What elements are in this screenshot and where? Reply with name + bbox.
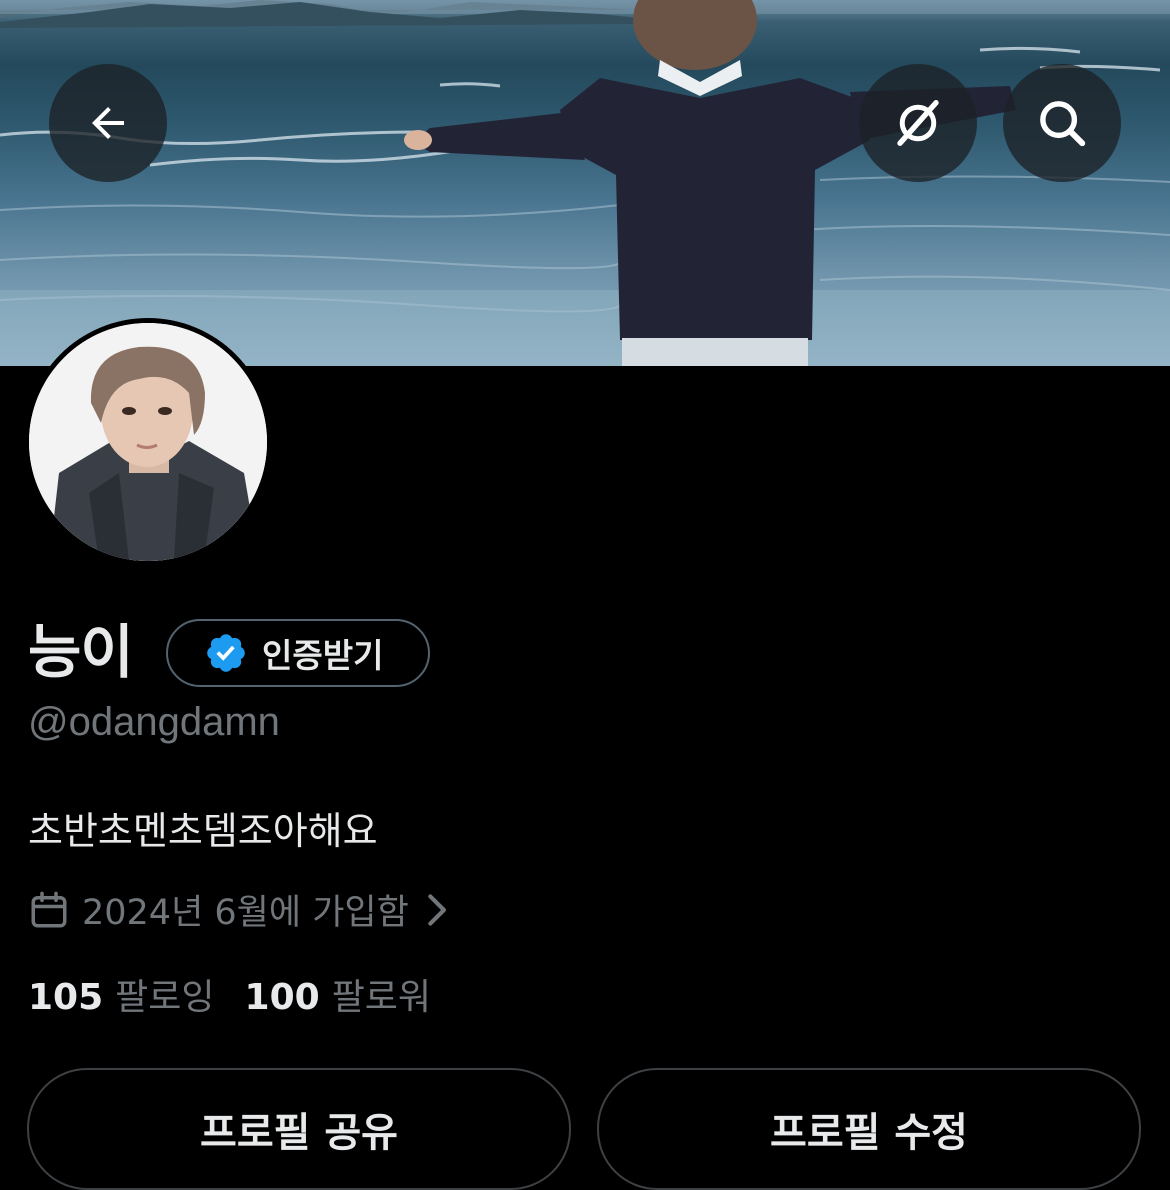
share-profile-button[interactable]: 프로필 공유 — [27, 1068, 571, 1190]
avatar[interactable] — [29, 323, 267, 561]
followers-link[interactable]: 100 팔로워 — [245, 968, 432, 1020]
avatar-frame[interactable] — [24, 318, 272, 566]
following-label: 팔로잉 — [115, 977, 215, 1018]
back-button[interactable] — [49, 64, 167, 182]
chevron-right-icon — [428, 893, 446, 926]
user-handle: @odangdamn — [28, 700, 280, 744]
following-count: 105 — [28, 977, 104, 1018]
following-link[interactable]: 105 팔로잉 — [28, 968, 215, 1020]
calendar-icon — [31, 891, 67, 927]
follow-stats: 105 팔로잉 100 팔로워 — [28, 968, 431, 1020]
profile-bio: 초반초멘초뎀조아해요 — [28, 809, 378, 853]
joined-date: 2024년 6월에 가입함 — [82, 893, 409, 933]
joined-date-row[interactable]: 2024년 6월에 가입함 — [28, 884, 451, 935]
avatar-photo — [29, 323, 267, 561]
get-verified-button[interactable]: 인증받기 — [166, 619, 430, 687]
profile-banner[interactable] — [0, 0, 1170, 366]
edit-profile-button[interactable]: 프로필 수정 — [597, 1068, 1141, 1190]
followers-label: 팔로워 — [331, 977, 432, 1018]
followers-count: 100 — [244, 977, 320, 1018]
search-button[interactable] — [1003, 64, 1121, 182]
banner-photo — [0, 0, 1170, 366]
display-name: 능이 — [28, 618, 134, 686]
verified-badge-icon — [207, 634, 245, 672]
grok-icon — [897, 100, 939, 146]
arrow-left-icon — [92, 107, 124, 139]
search-icon — [1040, 101, 1086, 147]
get-verified-label: 인증받기 — [262, 636, 384, 675]
grok-button[interactable] — [859, 64, 977, 182]
